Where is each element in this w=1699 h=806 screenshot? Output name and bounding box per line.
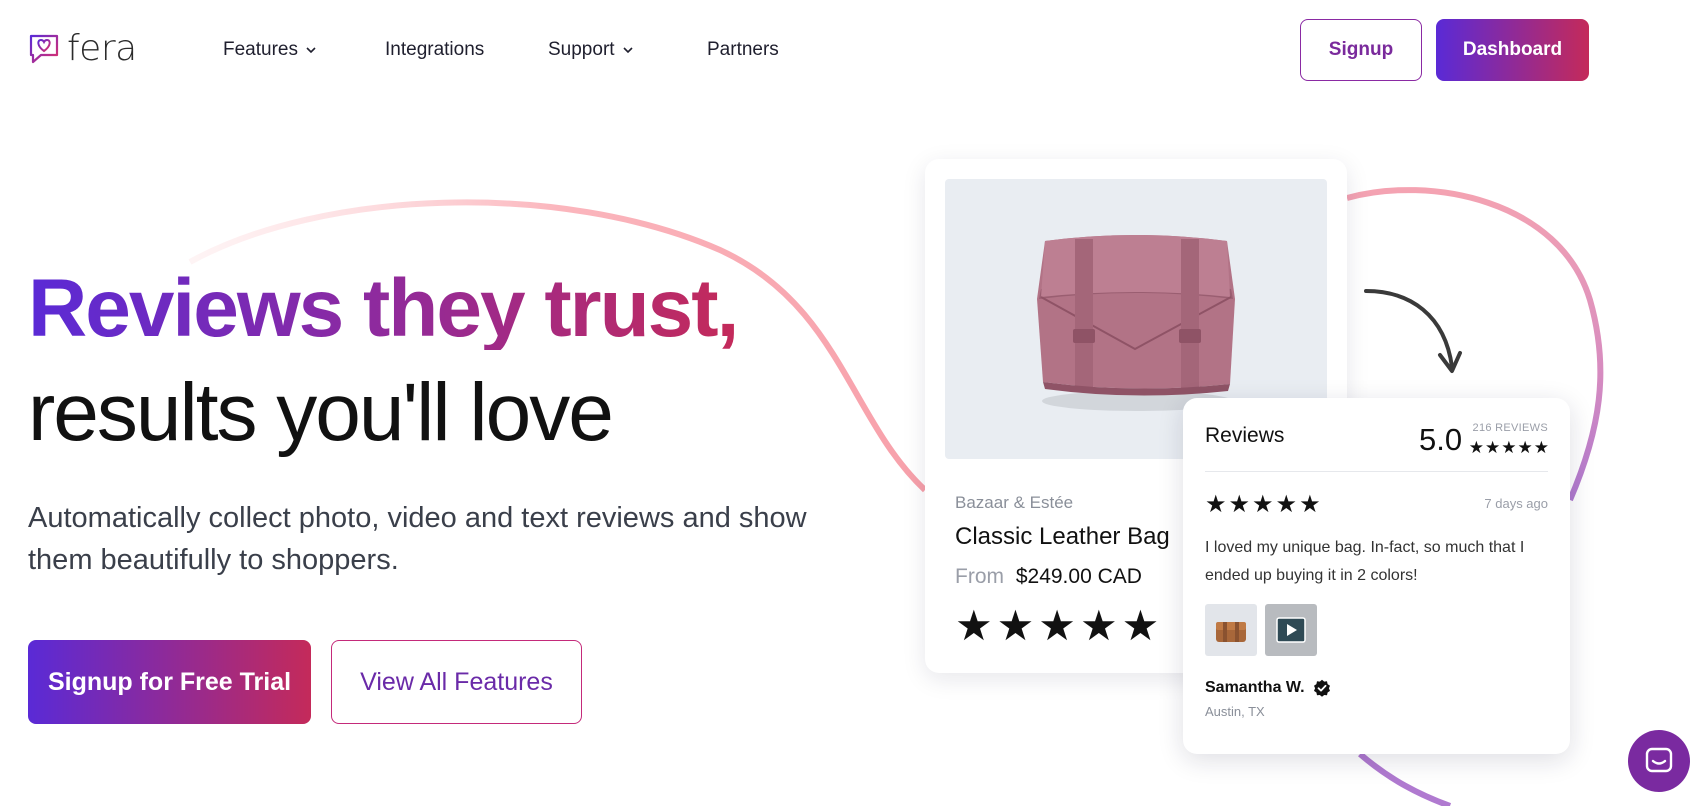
product-rating-stars: ★★★★★: [955, 602, 1164, 649]
product-brand: Bazaar & Estée: [955, 493, 1074, 512]
view-all-features-button[interactable]: View All Features: [331, 640, 582, 724]
divider: [1205, 471, 1548, 472]
review-widget: Reviews 5.0 216 REVIEWS ★★★★★ ★★★★★ 7 da…: [1183, 398, 1570, 754]
nav-item-integrations[interactable]: Integrations: [385, 39, 484, 61]
reviews-summary-stars: ★★★★★: [1468, 438, 1550, 457]
verified-badge-icon: [1313, 679, 1330, 697]
curved-arrow-icon: [1364, 289, 1462, 373]
reviews-title: Reviews: [1205, 424, 1285, 447]
top-navigation: fera Features Integrations Support Partn…: [0, 0, 1699, 100]
chevron-down-icon: [622, 47, 633, 54]
bag-photo-icon: [1216, 622, 1246, 642]
hero-title-line1: Reviews they trust,: [28, 263, 739, 354]
price-value: $249.00 CAD: [1015, 565, 1142, 588]
nav-item-label: Integrations: [385, 39, 485, 60]
signup-button[interactable]: Signup: [1300, 19, 1422, 81]
hero-title-line2: results you'll love: [28, 367, 614, 458]
heart-chat-logo-icon: [29, 34, 59, 64]
review-text: I loved my unique bag. In-fact, so much …: [1205, 539, 1525, 584]
reviewer-name-row: Samantha W.: [1205, 679, 1331, 697]
nav-item-label: Support: [548, 39, 615, 60]
nav-item-label: Partners: [707, 39, 779, 60]
logo[interactable]: fera: [27, 31, 137, 67]
review-stars: ★★★★★: [1205, 491, 1323, 518]
nav-item-support[interactable]: Support: [548, 39, 633, 61]
reviewer-name: Samantha W.: [1205, 679, 1305, 696]
signup-free-trial-button[interactable]: Signup for Free Trial: [28, 640, 311, 724]
review-photo-thumbnail[interactable]: [1205, 604, 1257, 656]
product-price: From $249.00 CAD: [955, 565, 1142, 589]
reviews-score: 5.0: [1419, 422, 1463, 457]
review-video-thumbnail[interactable]: [1265, 604, 1317, 656]
nav-item-features[interactable]: Features: [223, 39, 316, 61]
reviewer-location: Austin, TX: [1205, 704, 1265, 719]
play-video-icon: [1276, 617, 1306, 643]
logo-text: fera: [67, 28, 137, 69]
chat-bubble-icon: [1645, 747, 1673, 773]
review-date: 7 days ago: [1484, 496, 1548, 511]
hero-subtitle: Automatically collect photo, video and t…: [28, 502, 807, 576]
nav-item-label: Features: [223, 39, 298, 60]
nav-item-partners[interactable]: Partners: [707, 39, 779, 61]
chevron-down-icon: [306, 47, 316, 54]
dashboard-button[interactable]: Dashboard: [1436, 19, 1589, 81]
reviews-count: 216 REVIEWS: [1472, 422, 1548, 434]
price-prefix: From: [955, 565, 1004, 588]
product-name[interactable]: Classic Leather Bag: [955, 523, 1170, 551]
chat-launcher-button[interactable]: [1628, 730, 1690, 792]
